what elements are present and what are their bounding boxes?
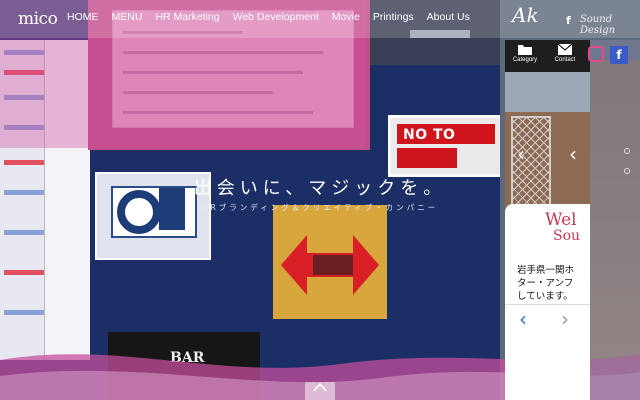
nav-about-us[interactable]: About Us [427,11,470,23]
phone-nav-contact[interactable]: Contact [545,44,585,63]
nav-movie[interactable]: Movie [332,11,360,23]
main-nav: HOME MENU HR Marketing Web Development M… [67,11,483,23]
instagram-icon[interactable] [588,46,604,62]
brand-logo: Ak [512,3,539,27]
phone-nav-category[interactable]: Category [505,44,545,63]
facebook-top-icon[interactable]: f [566,14,571,27]
collage-tile-arrow [273,205,387,319]
brand-subtitle: Sound Design [580,14,616,36]
nav-home[interactable]: HOME [67,11,99,23]
hero-subline: HRブランディング＆クリエイティブ・カンパニー [201,203,439,212]
nav-hr-marketing[interactable]: HR Marketing [155,11,219,23]
site-header: mico HOME MENU HR Marketing Web Developm… [0,0,640,38]
chevron-right-icon[interactable]: › [561,307,569,331]
nav-web-development[interactable]: Web Development [233,11,319,23]
folder-icon [518,45,532,55]
nav-menu[interactable]: MENU [112,11,143,23]
phone-sound-text: Sou [553,228,581,244]
chevron-left-icon[interactable]: ‹ [519,307,527,331]
chevron-up-icon [313,382,327,392]
nav-printings[interactable]: Printings [373,11,414,23]
scroll-top-button[interactable] [305,382,335,400]
slider-dot[interactable] [624,168,630,174]
site-logo[interactable]: mico [18,9,58,29]
phone-welcome-card: Wel Sou 岩手県一関ホ ター・アンフ しています。 ‹ › [505,204,590,334]
phone-nav: Category Contact [505,40,590,72]
phone-side-panel: f [588,40,640,400]
collage-tile-sign: NO TO WAR [388,115,504,177]
mail-icon [558,44,572,55]
facebook-icon[interactable]: f [610,46,628,64]
phone-jp-text: 岩手県一関ホ ター・アンフ しています。 [517,265,575,302]
phone-welcome-text: Wel [545,210,577,230]
hero-tagline: 出会いに、マジックを。 [193,178,447,199]
slider-dot[interactable] [624,148,630,154]
phone-preview: Category Contact ‹ ‹ Wel Sou 岩手県一関ホ ター・ア… [505,40,590,400]
phone-prev-arrow-icon[interactable]: ‹ [517,142,525,166]
phone-next-arrow-icon[interactable]: ‹ [569,142,577,166]
